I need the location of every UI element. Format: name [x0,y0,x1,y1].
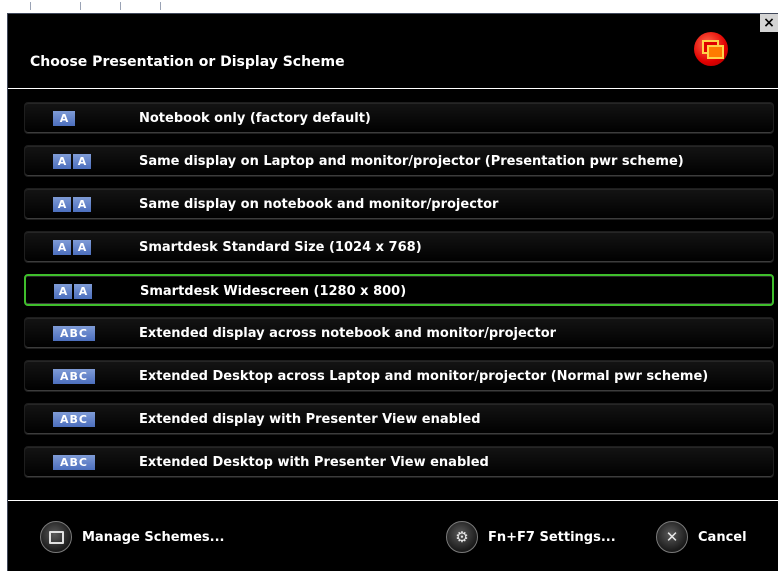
display-mode-icon: ABC [53,326,95,341]
display-mode-icon: AA [53,197,91,212]
cancel-label: Cancel [698,529,747,545]
display-mode-glyph: ABC [53,412,95,427]
dialog-title: Choose Presentation or Display Scheme [30,54,345,70]
tick-mark [80,2,81,10]
close-button[interactable]: × [760,14,778,32]
dual-monitor-icon [694,32,728,66]
display-mode-icon: ABC [53,369,95,384]
display-mode-glyph: A [73,197,91,212]
display-mode-glyph: A [74,284,92,299]
display-mode-glyph: A [73,240,91,255]
tick-mark [30,2,31,10]
scheme-label: Extended Desktop across Laptop and monit… [139,369,709,384]
scheme-label: Same display on notebook and monitor/pro… [139,197,499,212]
presentation-scheme-dialog: × Choose Presentation or Display Scheme … [8,14,778,571]
display-mode-glyph: A [53,154,71,169]
gear-icon: ⚙ [446,521,478,553]
scheme-label: Notebook only (factory default) [139,111,371,126]
scheme-item[interactable]: A A Smartdesk Widescreen (1280 x 800) [24,274,774,306]
scheme-item[interactable]: ABC Extended display with Presenter View … [24,403,774,435]
display-mode-icon: ABC [53,412,95,427]
display-mode-icon: AA [53,240,91,255]
manage-schemes-button[interactable]: Manage Schemes... [40,520,224,554]
scheme-label: Smartdesk Widescreen (1280 x 800) [140,284,407,299]
tick-mark [120,2,121,10]
tick-mark [160,2,161,10]
scheme-item[interactable]: A Notebook only (factory default) [24,102,774,134]
display-mode-glyph: ABC [53,455,95,470]
scheme-label: Extended display across notebook and mon… [139,326,557,341]
scheme-item[interactable]: ABC Extended Desktop across Laptop and mo… [24,360,774,392]
display-mode-glyph: A [53,240,71,255]
fn-f7-settings-label: Fn+F7 Settings... [488,529,616,545]
display-mode-icon: A [53,111,75,126]
dialog-footer: Manage Schemes... ⚙ Fn+F7 Settings... ✕ … [8,512,778,571]
monitor-icon [40,521,72,553]
display-mode-glyph: ABC [53,369,95,384]
scheme-label: Extended display with Presenter View ena… [139,412,481,427]
scheme-label: Extended Desktop with Presenter View ena… [139,455,489,470]
display-mode-glyph: ABC [53,326,95,341]
scheme-item[interactable]: ABC Extended Desktop with Presenter View … [24,446,774,478]
cancel-button[interactable]: ✕ Cancel [656,520,747,554]
scheme-item[interactable]: A A Same display on Laptop and monitor/pro… [24,145,774,177]
display-mode-icon: AA [54,284,92,299]
footer-divider [8,500,778,501]
display-mode-glyph: A [53,197,71,212]
scheme-item[interactable]: A A Smartdesk Standard Size (1024 x 768) [24,231,774,263]
close-icon: ✕ [656,521,688,553]
scheme-item[interactable]: ABC Extended display across notebook and … [24,317,774,349]
fn-f7-settings-button[interactable]: ⚙ Fn+F7 Settings... [446,520,616,554]
scheme-label: Smartdesk Standard Size (1024 x 768) [139,240,422,255]
display-mode-glyph: A [73,154,91,169]
display-mode-glyph: A [53,111,75,126]
desktop-strip [0,0,778,14]
header-divider [8,88,778,89]
display-mode-icon: ABC [53,455,95,470]
scheme-item[interactable]: A A Same display on notebook and monitor/p… [24,188,774,220]
manage-schemes-label: Manage Schemes... [82,529,225,545]
display-mode-icon: AA [53,154,91,169]
scheme-label: Same display on Laptop and monitor/proje… [139,154,684,169]
display-mode-glyph: A [54,284,72,299]
